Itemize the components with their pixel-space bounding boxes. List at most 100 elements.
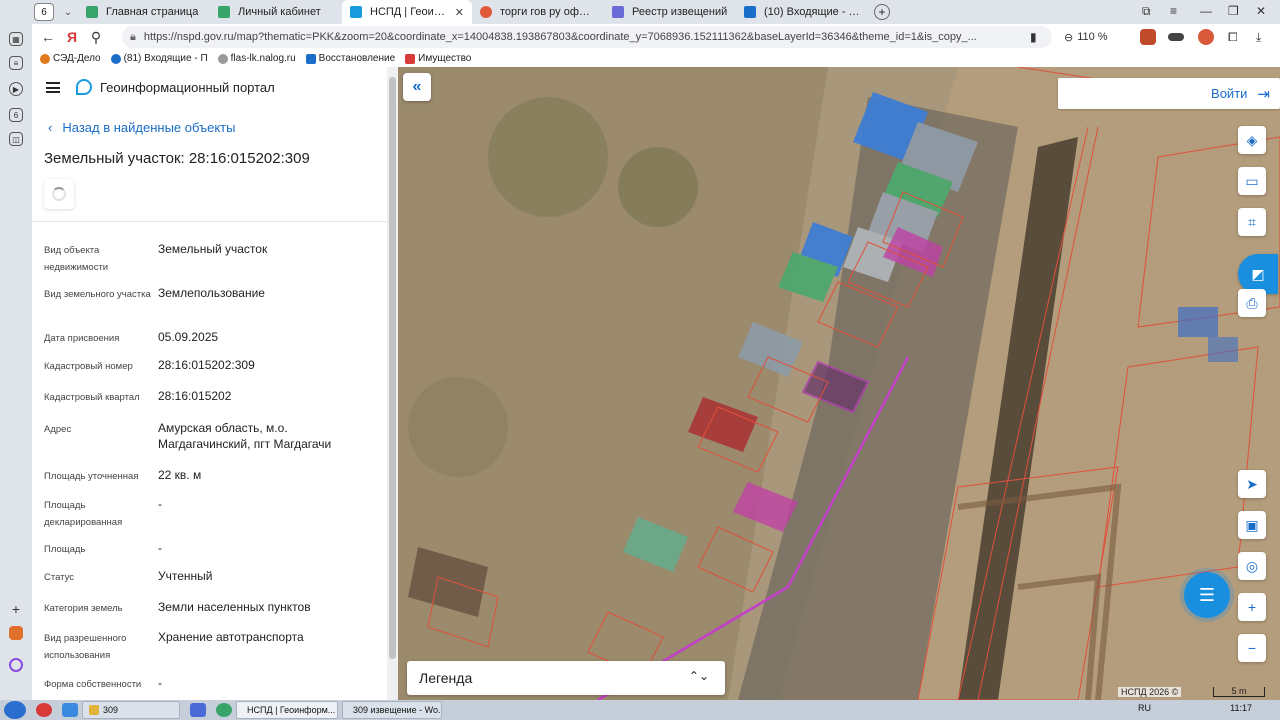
print-icon[interactable]: ⎙ (1238, 289, 1266, 317)
tab-main-page[interactable]: Главная страница (78, 0, 210, 24)
zoom-out-icon[interactable]: − (1238, 634, 1266, 662)
back-to-results-link[interactable]: ‹ Назад в найденные объекты (48, 120, 235, 135)
url-field[interactable]: 🔒︎ https://nspd.gov.ru/map?thematic=PKK&… (122, 26, 1052, 48)
taskbar-item-word[interactable]: 309 извещение - Wo... (342, 701, 442, 719)
collapse-panel-button[interactable]: « (403, 73, 431, 101)
rail-counter-icon[interactable]: 6 (9, 108, 23, 122)
login-button[interactable]: Войти ⇥ (1058, 78, 1280, 109)
zoom-level[interactable]: ⊖ 110 % (1058, 28, 1114, 46)
download-icon[interactable]: ⤓ (1256, 30, 1261, 45)
tab-close-icon[interactable]: ✕ (455, 6, 464, 19)
property-key: Вид разрешенного использования (44, 633, 127, 661)
extension-icon[interactable] (1198, 29, 1214, 45)
rail-notes-icon[interactable]: ≡ (9, 56, 23, 70)
legend-dropdown[interactable]: Легенда ⌃⌄ (407, 661, 725, 695)
protect-icon[interactable]: ⚲ (84, 29, 108, 46)
taskbar-item-browser[interactable]: НСПД | Геоинформ... (236, 701, 338, 719)
rail-mail-icon[interactable] (9, 626, 23, 640)
chevron-left-icon: ‹ (48, 120, 53, 135)
property-value: Учтенный (158, 569, 213, 583)
taskbar-app-icon[interactable] (36, 703, 52, 717)
bookmark-restore[interactable]: Восстановление (305, 53, 395, 64)
property-value: Землепользование (158, 286, 265, 300)
clock[interactable]: 11:17 (1230, 703, 1252, 713)
property-value: Земельный участок (158, 242, 268, 256)
close-window-icon[interactable]: ✕ (1256, 4, 1266, 18)
scrollbar-thumb[interactable] (389, 77, 396, 659)
scale-bar: 5 m (1213, 687, 1265, 697)
property-row: Категория земель Земли населенных пунктов (44, 599, 379, 617)
menu-hamburger-icon[interactable] (46, 82, 60, 93)
taskbar-ie-icon[interactable] (62, 703, 78, 717)
login-icon: ⇥ (1257, 85, 1270, 103)
rail-player-icon[interactable]: ▶ (9, 82, 23, 96)
property-value: 05.09.2025 (158, 330, 219, 344)
property-row: Кадастровый номер 28:16:015202:309 (44, 357, 379, 375)
panel-scrollbar[interactable] (387, 67, 398, 700)
rail-translate-icon[interactable]: ◫ (9, 132, 23, 146)
back-icon[interactable]: ← (36, 29, 60, 45)
browser-tab-bar: 6 ⌄ Главная страница Личный кабинет НСПД… (0, 0, 1280, 24)
tab-mail[interactable]: (10) Входящие - Почта M (736, 0, 868, 24)
geo-search-icon[interactable]: ◎ (1238, 552, 1266, 580)
layers-icon[interactable]: ◈ (1238, 126, 1266, 154)
property-row: Вид разрешенного использования Хранение а… (44, 629, 379, 664)
bookmark-add-icon[interactable]: ▮ (1030, 30, 1037, 44)
restore-icon[interactable]: ❐ (1228, 4, 1239, 18)
address-bar: ← Я ⚲ 🔒︎ https://nspd.gov.ru/map?themati… (0, 24, 1280, 50)
map-attribution: НСПД 2026 © (1118, 687, 1182, 697)
login-label: Войти (1211, 86, 1248, 101)
browser-side-rail: ▦ ≡ ▶ 6 ◫ + (0, 24, 32, 700)
property-key: Вид объекта недвижимости (44, 245, 109, 273)
bookmark-sed-delo[interactable]: СЭД-Дело (40, 53, 101, 64)
location-icon[interactable]: ➤ (1238, 470, 1266, 498)
property-row: Кадастровый квартал 28:16:015202 (44, 388, 379, 406)
chat-button[interactable]: ☰ (1184, 572, 1230, 618)
property-value[interactable]: 28:16:015202:309 (158, 357, 379, 375)
language-indicator[interactable]: RU (1138, 703, 1151, 713)
map-view[interactable]: « Войти ⇥ ◈ ▭ ⌗ ◩ ⎙ ➤ ▣ ◎ + − ☰ Легенда ⌃⌄… (398, 67, 1280, 700)
taskbar-item-folder[interactable]: 309 (82, 701, 180, 719)
analytics-icon[interactable]: ◩ (1238, 254, 1278, 294)
portal-title: Геоинформационный портал (100, 80, 275, 95)
minimap-icon[interactable]: ▣ (1238, 511, 1266, 539)
bookmark-nalog[interactable]: flas-lk.nalog.ru (217, 53, 296, 64)
bookmark-favicon (110, 53, 121, 64)
property-row: Форма собственности - (44, 675, 379, 693)
extension-icon[interactable] (1140, 29, 1156, 45)
property-row: Вид земельного участка Землепользование (44, 285, 379, 303)
rail-alice-icon[interactable] (9, 658, 23, 672)
tab-counter[interactable]: 6 (34, 3, 54, 21)
zoom-in-icon[interactable]: + (1238, 593, 1266, 621)
folder-icon (89, 705, 99, 715)
zoom-value: 110 % (1077, 31, 1108, 43)
bookmark-property[interactable]: Имущество (405, 53, 471, 64)
tab-torgi[interactable]: торги гов ру официальн (472, 0, 604, 24)
property-key: Форма собственности (44, 679, 142, 690)
ruler-icon[interactable]: ▭ (1238, 167, 1266, 195)
property-row: Дата присвоения 05.09.2025 (44, 329, 379, 347)
tabs-dropdown-icon[interactable]: ⌄ (58, 7, 78, 18)
property-key: Кадастровый квартал (44, 392, 140, 403)
start-button[interactable] (4, 701, 26, 719)
bookmark-favicon (40, 53, 50, 64)
portal-logo-icon (76, 79, 92, 95)
bookmarks-bar: СЭД-Дело (81) Входящие - П flas-lk.nalog… (0, 50, 1280, 67)
yandex-icon[interactable]: Я (60, 29, 84, 45)
taskbar-chrome-icon[interactable] (216, 703, 232, 717)
new-tab-button[interactable]: + (874, 4, 890, 20)
bookmarks-icon[interactable]: ⧉ (1142, 4, 1151, 19)
menu-icon[interactable]: ≡ (1170, 4, 1177, 18)
extensions-icon[interactable]: ⧠ (1228, 30, 1238, 45)
taskbar-calendar-icon[interactable] (190, 703, 206, 717)
minimize-icon[interactable]: — (1200, 4, 1212, 18)
property-value[interactable]: 28:16:015202 (158, 388, 379, 406)
extension-icon[interactable] (1168, 33, 1184, 41)
bookmark-inbox[interactable]: (81) Входящие - П (110, 53, 208, 64)
tab-registry[interactable]: Реестр извещений (604, 0, 736, 24)
tab-personal-cabinet[interactable]: Личный кабинет (210, 0, 342, 24)
select-area-icon[interactable]: ⌗ (1238, 208, 1266, 236)
rail-collections-icon[interactable]: ▦ (9, 32, 23, 46)
tab-nspd[interactable]: НСПД | Геоинформац✕ (342, 0, 472, 24)
rail-add-icon[interactable]: + (9, 601, 23, 617)
